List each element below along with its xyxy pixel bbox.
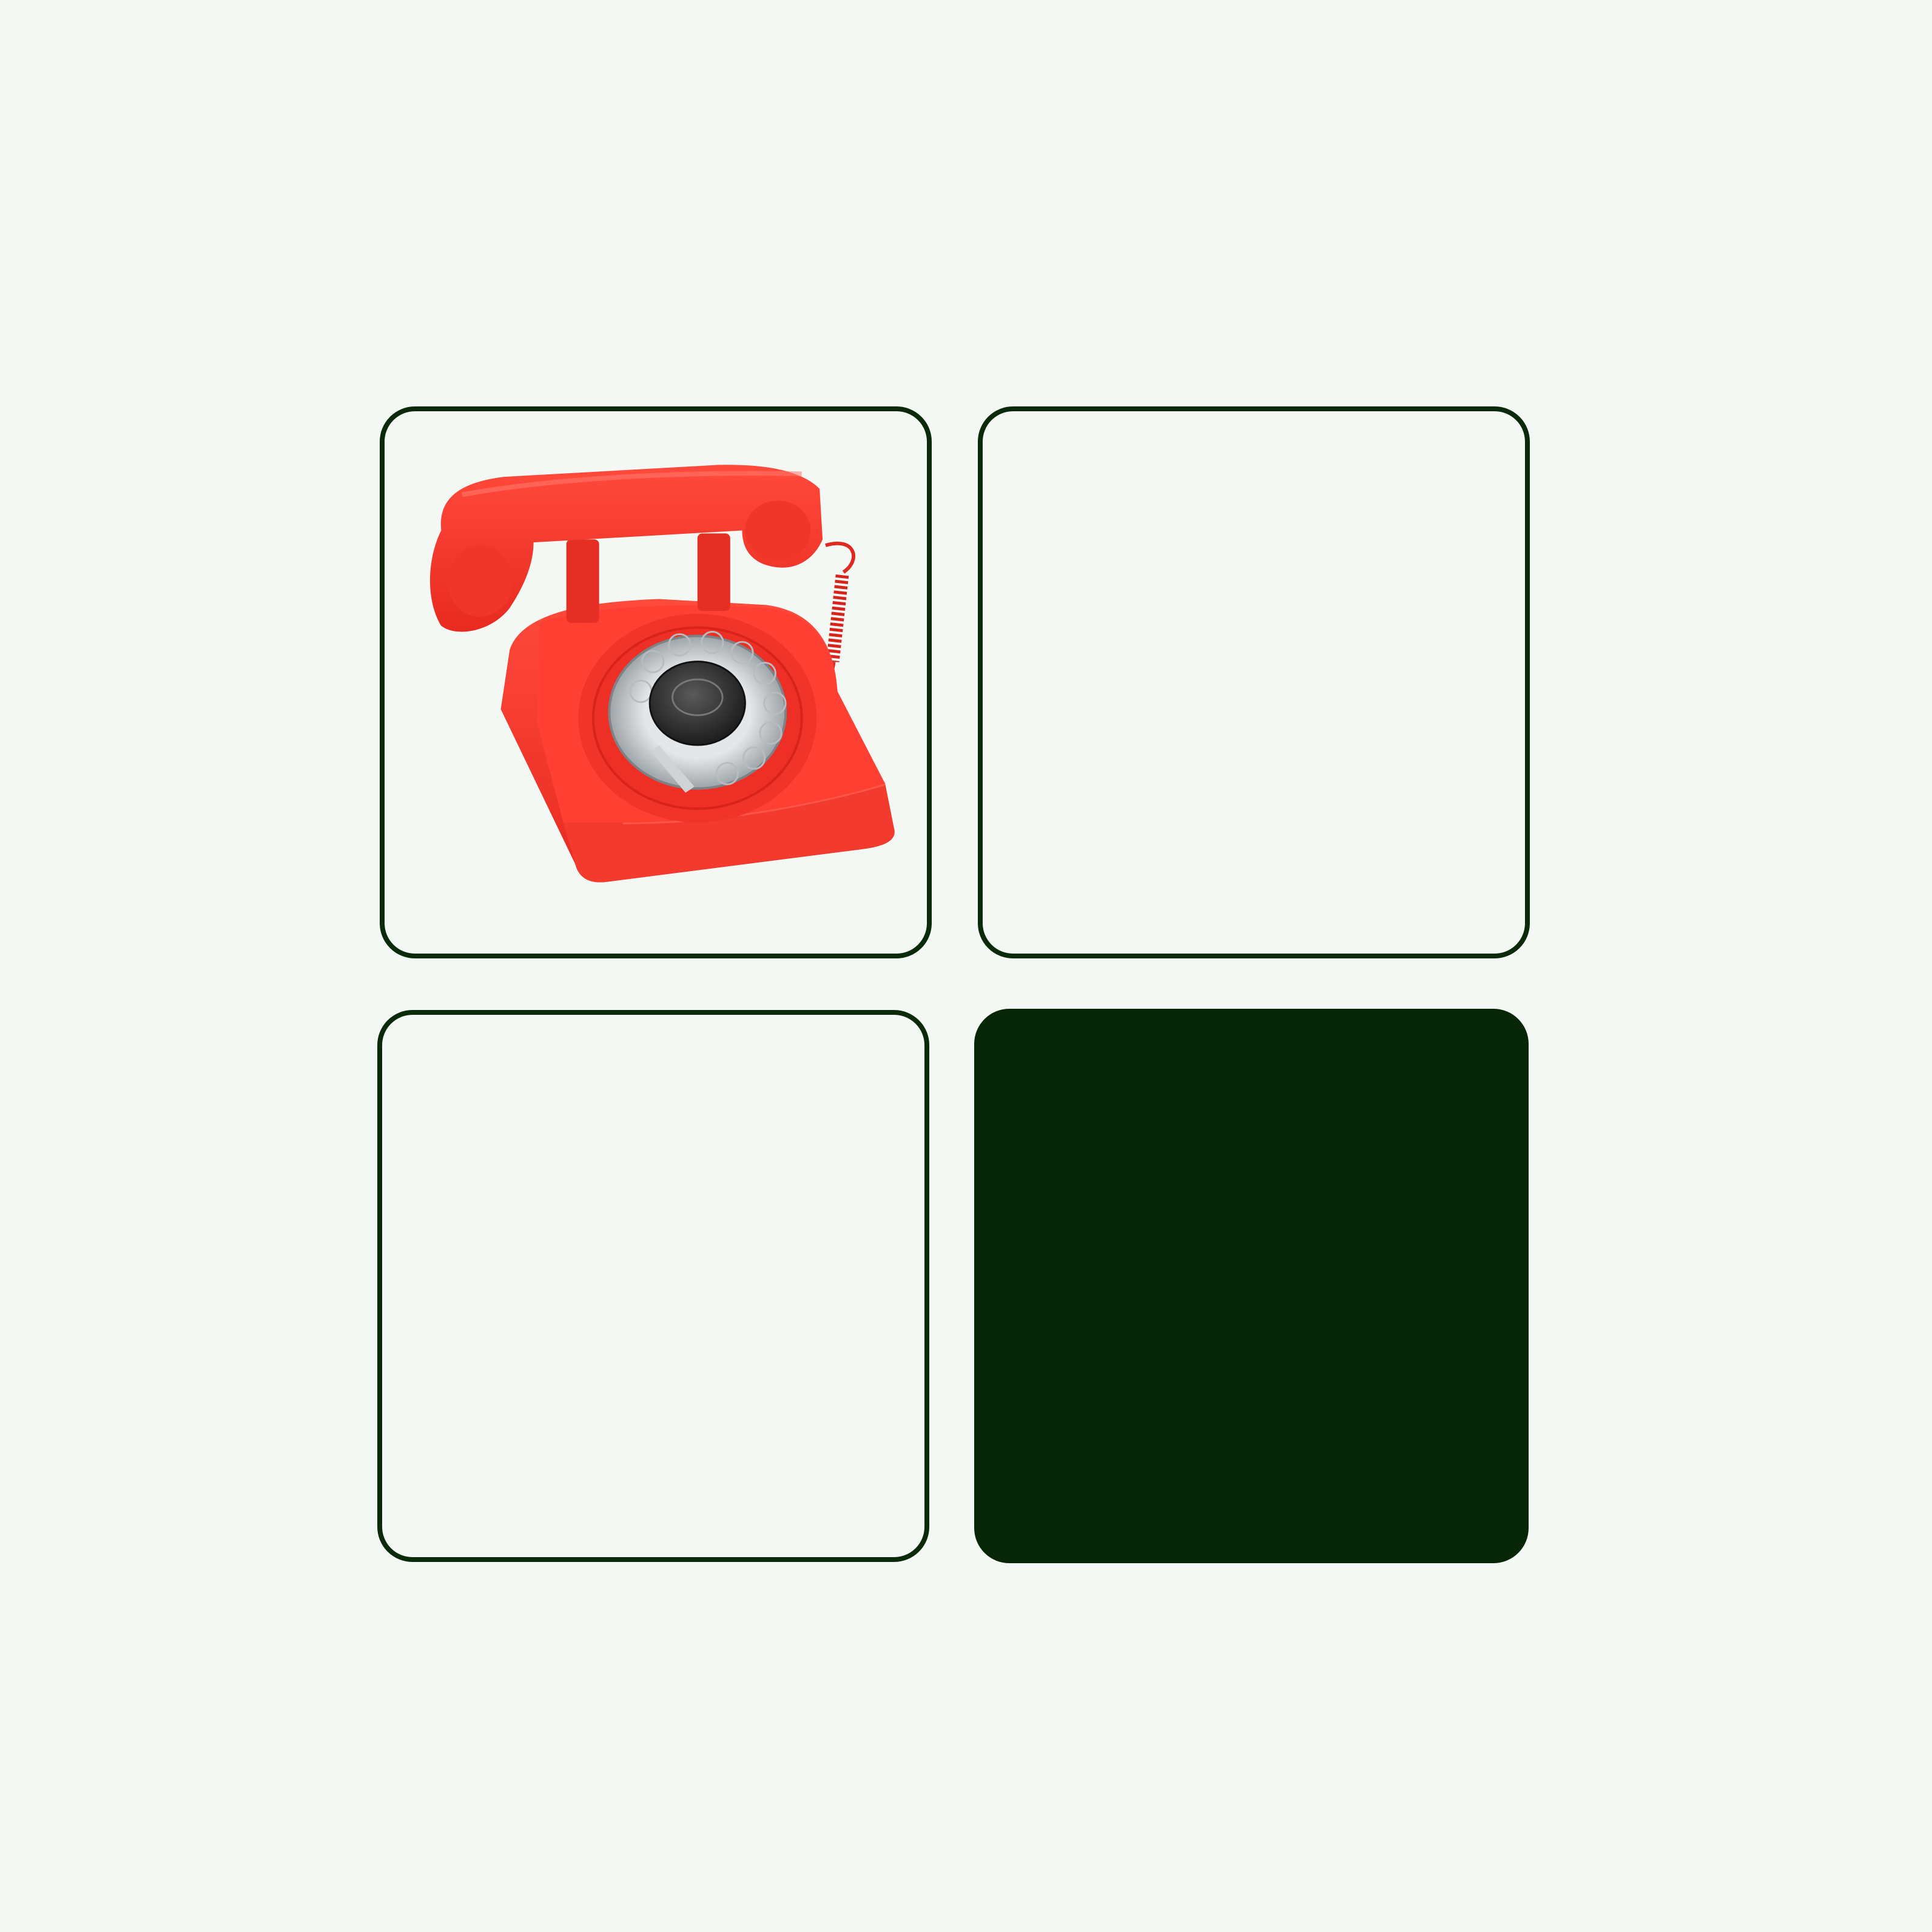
tile-puzzle-page (0, 0, 1932, 1932)
tile-top-right[interactable] (978, 406, 1530, 958)
tile-top-left[interactable] (380, 406, 932, 958)
tile-bottom-right[interactable] (974, 1009, 1529, 1563)
tile-bottom-left[interactable] (377, 1010, 929, 1562)
red-rotary-telephone-image (429, 465, 895, 883)
